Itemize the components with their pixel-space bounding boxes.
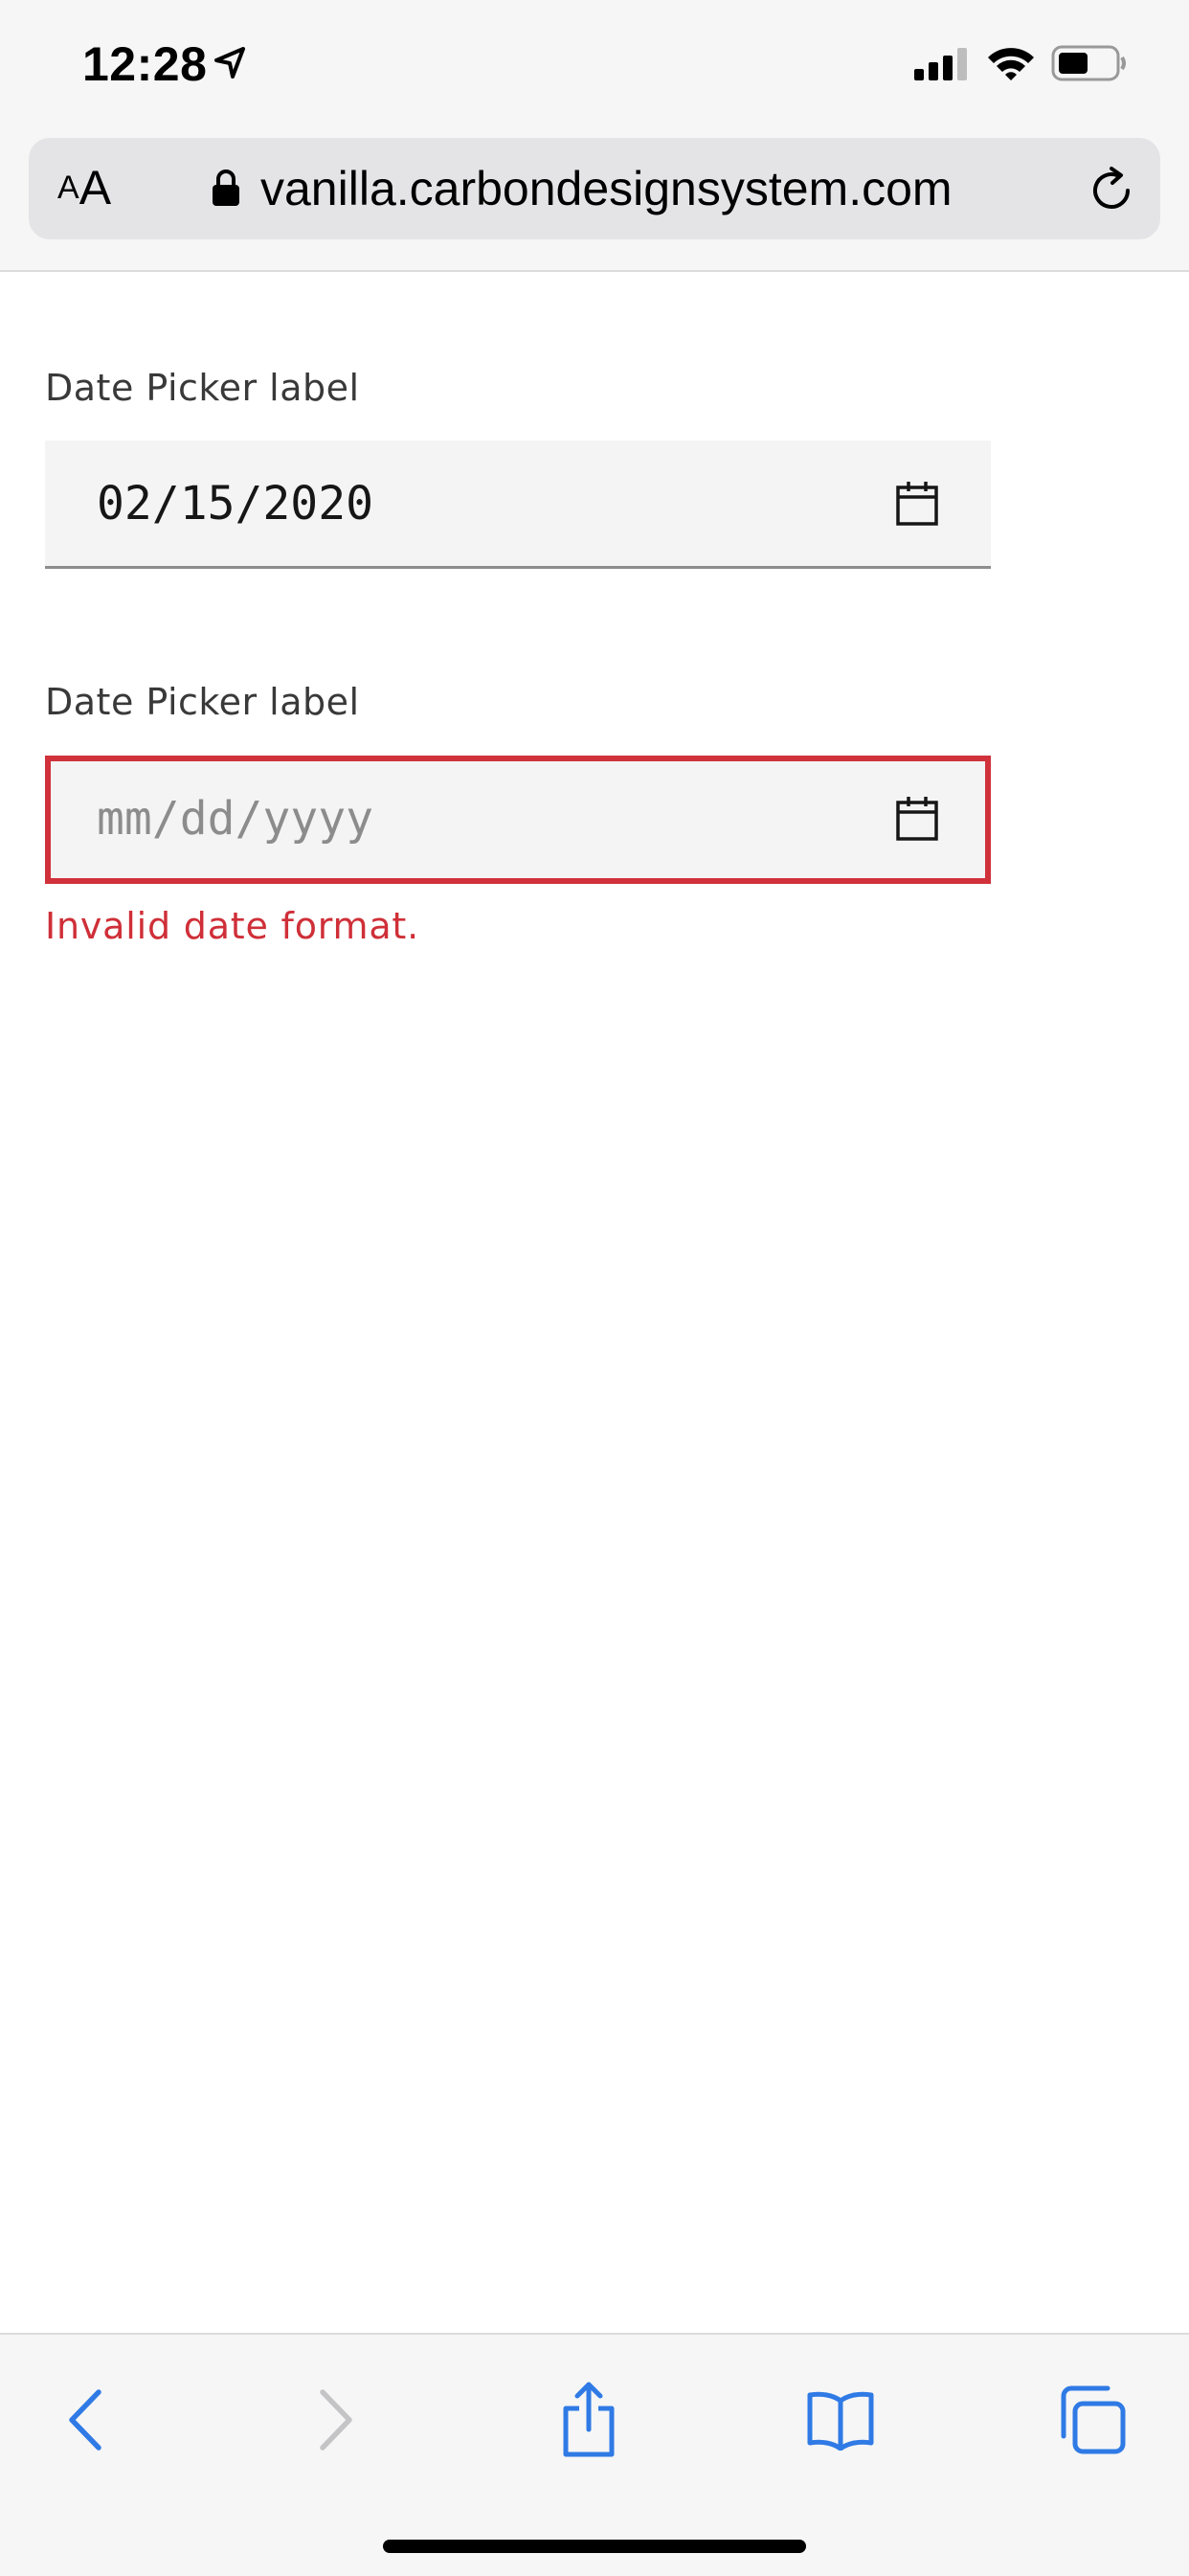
text-size-button[interactable]: A A bbox=[57, 163, 111, 213]
url-text[interactable]: vanilla.carbondesignsystem.com bbox=[260, 161, 953, 216]
date-picker-label-invalid: Date Picker label bbox=[45, 681, 360, 723]
cellular-signal-icon bbox=[914, 48, 970, 84]
bookmarks-icon[interactable] bbox=[793, 2377, 888, 2463]
date-picker-label: Date Picker label bbox=[45, 367, 360, 409]
battery-icon bbox=[1051, 44, 1128, 86]
wifi-icon bbox=[986, 44, 1036, 86]
back-icon[interactable] bbox=[38, 2377, 134, 2463]
browser-address-area: A A vanilla.carbondesignsystem.com bbox=[0, 132, 1189, 272]
date-picker-input-invalid[interactable]: mm/dd/yyyy bbox=[45, 756, 991, 884]
browser-toolbar bbox=[0, 2333, 1189, 2576]
calendar-icon[interactable] bbox=[895, 796, 939, 846]
date-value[interactable]: 02/15/2020 bbox=[97, 477, 373, 531]
home-indicator bbox=[383, 2540, 806, 2553]
error-message: Invalid date format. bbox=[45, 905, 420, 947]
forward-icon[interactable] bbox=[287, 2377, 383, 2463]
reload-icon[interactable] bbox=[1086, 165, 1137, 220]
status-bar: 12:28 bbox=[0, 0, 1189, 132]
status-time: 12:28 bbox=[82, 37, 208, 91]
location-arrow-icon bbox=[213, 46, 247, 84]
share-icon[interactable] bbox=[541, 2377, 637, 2463]
date-picker-input[interactable]: 02/15/2020 bbox=[45, 441, 991, 569]
tabs-icon[interactable] bbox=[1043, 2377, 1139, 2463]
lock-icon bbox=[211, 169, 241, 211]
calendar-icon[interactable] bbox=[895, 481, 939, 531]
date-placeholder[interactable]: mm/dd/yyyy bbox=[97, 792, 373, 846]
address-bar[interactable]: A A vanilla.carbondesignsystem.com bbox=[29, 138, 1160, 239]
